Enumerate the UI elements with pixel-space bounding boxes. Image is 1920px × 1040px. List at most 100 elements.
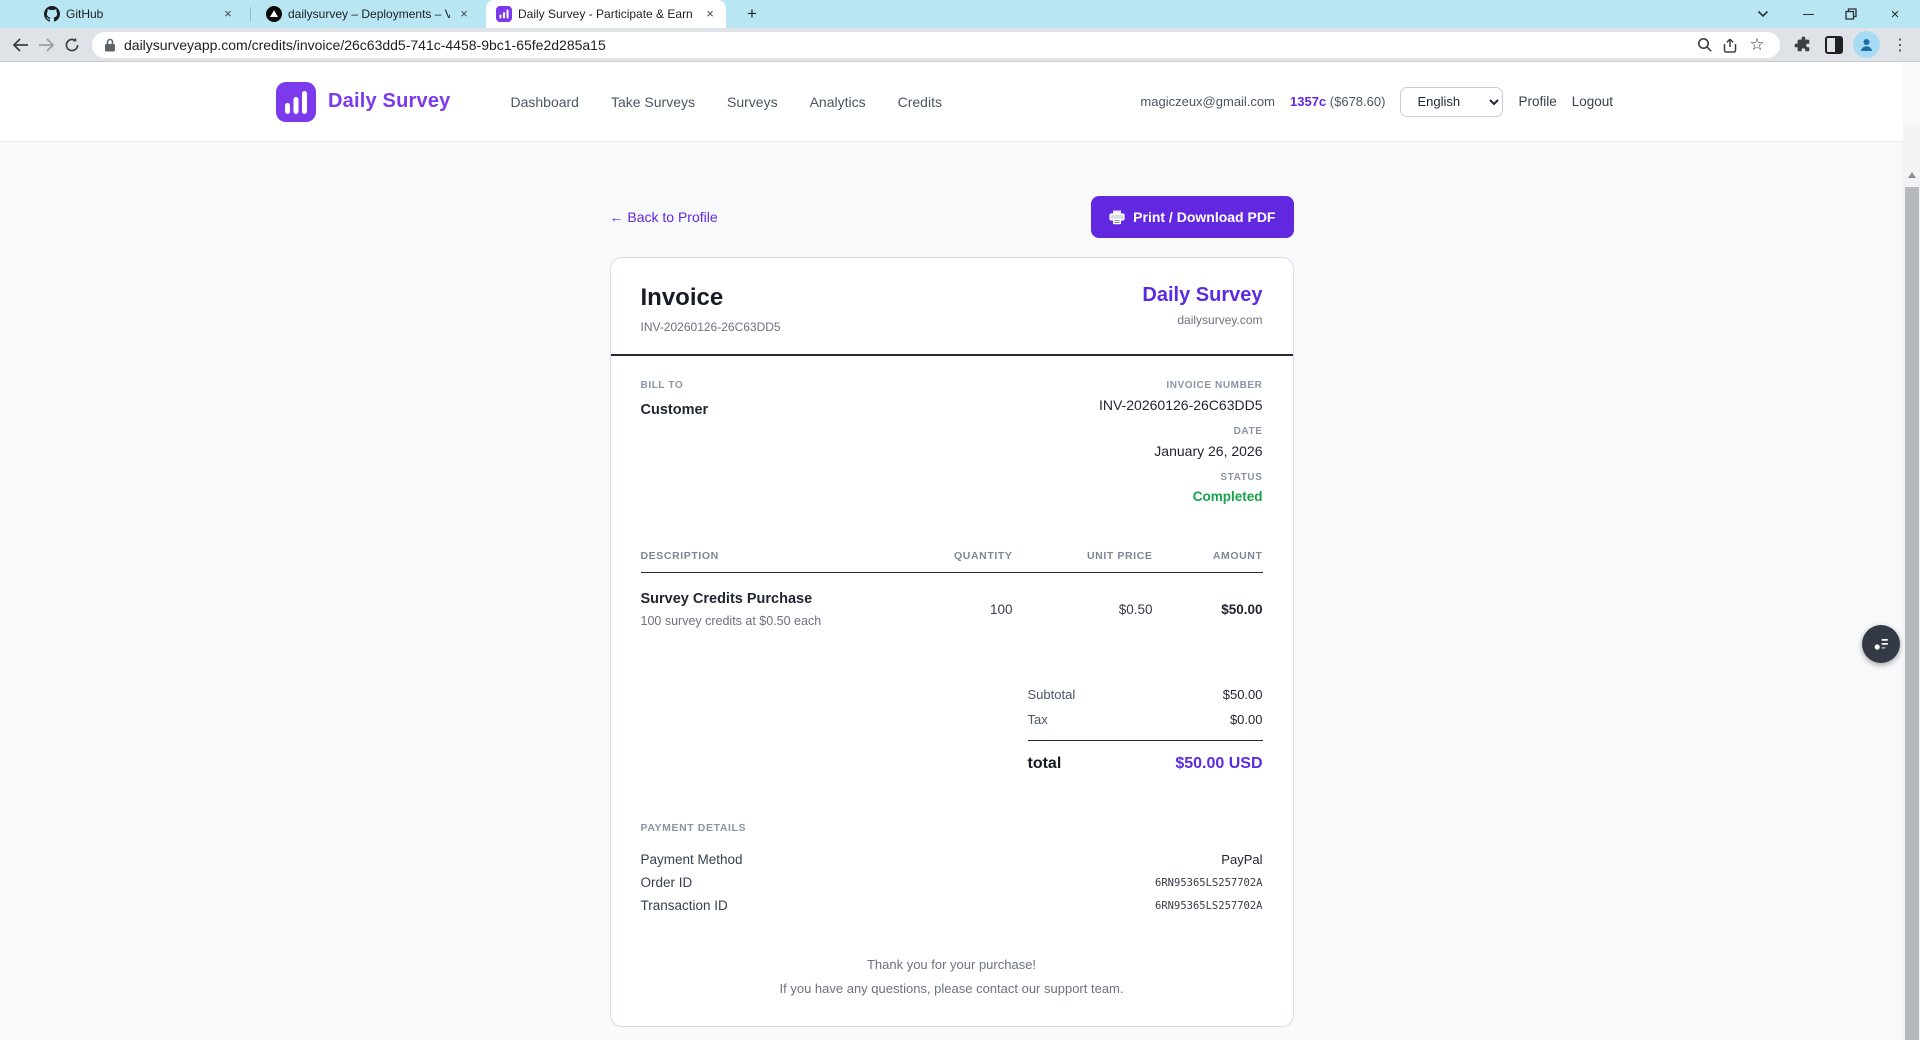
daily-survey-favicon (496, 6, 512, 22)
scrollbar-thumb[interactable] (1905, 187, 1919, 1040)
payment-method-row: Payment Method PayPal (641, 848, 1263, 871)
item-description: Survey Credits Purchase (641, 591, 883, 607)
back-to-profile-link[interactable]: ← Back to Profile (610, 209, 718, 225)
tab-close-icon[interactable]: × (702, 6, 718, 22)
order-id-row: Order ID 6RN95365LS257702A (641, 871, 1263, 894)
tab-title: GitHub (66, 7, 214, 21)
tab-github[interactable]: GitHub × (34, 0, 244, 28)
item-quantity: 100 (883, 602, 1013, 617)
daily-survey-logo-icon (276, 82, 316, 122)
extension-fab-button[interactable] (1862, 625, 1900, 663)
back-button[interactable] (6, 31, 34, 59)
header-right: magiczeux@gmail.com 1357c ($678.60) Engl… (1140, 87, 1613, 117)
credits-usd: ($678.60) (1330, 94, 1386, 109)
invoice-card: Invoice INV-20260126-26C63DD5 Daily Surv… (610, 257, 1294, 1027)
nav-dashboard[interactable]: Dashboard (510, 94, 579, 110)
url-text[interactable]: dailysurveyapp.com/credits/invoice/26c63… (124, 37, 1692, 53)
item-amount: $50.00 (1153, 602, 1263, 617)
invoice-header: Invoice INV-20260126-26C63DD5 Daily Surv… (611, 258, 1293, 356)
nav-analytics[interactable]: Analytics (810, 94, 866, 110)
payment-method-label: Payment Method (641, 852, 743, 867)
vertical-scrollbar[interactable] (1903, 124, 1920, 1040)
share-icon[interactable] (1718, 32, 1744, 58)
order-id-value: 6RN95365LS257702A (1155, 877, 1262, 889)
col-quantity: QUANTITY (883, 550, 1013, 562)
company-website: dailysurvey.com (1142, 313, 1262, 327)
tab-search-chevron-icon[interactable] (1746, 0, 1780, 28)
payment-method-value: PayPal (1221, 852, 1262, 867)
date-label: DATE (1099, 426, 1262, 437)
github-icon (44, 6, 60, 22)
print-button-label: Print / Download PDF (1133, 209, 1275, 225)
items-table-header: DESCRIPTION QUANTITY UNIT PRICE AMOUNT (641, 550, 1263, 573)
user-email: magiczeux@gmail.com (1140, 94, 1275, 109)
print-download-pdf-button[interactable]: Print / Download PDF (1091, 196, 1293, 238)
reload-button[interactable] (58, 31, 86, 59)
bookmark-star-icon[interactable]: ☆ (1744, 32, 1770, 58)
item-sub-description: 100 survey credits at $0.50 each (641, 614, 883, 628)
company-name: Daily Survey (1142, 284, 1262, 307)
col-unit-price: UNIT PRICE (1013, 550, 1153, 562)
tab-close-icon[interactable]: × (456, 6, 472, 22)
subtotal-value: $50.00 (1223, 687, 1263, 702)
date-value: January 26, 2026 (1099, 443, 1262, 459)
address-bar[interactable]: dailysurveyapp.com/credits/invoice/26c63… (92, 32, 1780, 58)
tab-separator (250, 7, 251, 21)
payment-details-title: PAYMENT DETAILS (641, 822, 1263, 834)
zoom-icon[interactable] (1692, 32, 1718, 58)
browser-profile-avatar[interactable] (1853, 31, 1880, 58)
invoice-number-value: INV-20260126-26C63DD5 (1099, 397, 1262, 413)
extensions-puzzle-icon[interactable] (1789, 31, 1817, 59)
printer-icon (1109, 210, 1125, 225)
scroll-up-arrow[interactable] (1903, 166, 1920, 183)
payment-details-section: PAYMENT DETAILS Payment Method PayPal Or… (611, 802, 1293, 935)
restore-button[interactable] (1834, 0, 1868, 28)
col-amount: AMOUNT (1153, 550, 1263, 562)
minimize-button[interactable] (1791, 0, 1825, 28)
subtotal-row: Subtotal $50.00 (1028, 682, 1263, 707)
profile-link[interactable]: Profile (1518, 94, 1556, 109)
nav-surveys[interactable]: Surveys (727, 94, 778, 110)
brand-name: Daily Survey (328, 90, 450, 113)
bill-to-label: BILL TO (641, 380, 709, 391)
browser-menu-kebab-icon[interactable]: ⋮ (1886, 31, 1914, 59)
tax-label: Tax (1028, 712, 1048, 727)
invoice-info-section: BILL TO Customer INVOICE NUMBER INV-2026… (611, 356, 1293, 530)
invoice-number-small: INV-20260126-26C63DD5 (641, 320, 781, 334)
forward-button[interactable] (32, 31, 60, 59)
lock-icon (104, 38, 116, 52)
tab-title: Daily Survey - Participate & Earn (518, 7, 696, 21)
item-unit-price: $0.50 (1013, 602, 1153, 617)
nav-take-surveys[interactable]: Take Surveys (611, 94, 695, 110)
credits-count: 1357c (1290, 94, 1326, 109)
window-close-button[interactable]: × (1878, 0, 1912, 28)
col-description: DESCRIPTION (641, 550, 883, 562)
vercel-icon (266, 6, 282, 22)
actions-row: ← Back to Profile Print / Download PDF (610, 196, 1294, 238)
invoice-footer: Thank you for your purchase! If you have… (611, 935, 1293, 1026)
total-row: total $50.00 USD (1028, 751, 1263, 776)
side-panel-icon[interactable] (1820, 31, 1848, 59)
site-header: Daily Survey Dashboard Take Surveys Surv… (0, 62, 1903, 142)
new-tab-button[interactable]: + (740, 2, 764, 26)
language-select[interactable]: English (1400, 87, 1503, 117)
brand[interactable]: Daily Survey (276, 82, 450, 122)
totals-divider (1028, 740, 1263, 741)
total-value: $50.00 USD (1175, 755, 1262, 773)
nav-credits[interactable]: Credits (898, 94, 942, 110)
tab-daily-survey-active[interactable]: Daily Survey - Participate & Earn × (486, 0, 726, 28)
tab-vercel-deployments[interactable]: dailysurvey – Deployments – Ver × (256, 0, 480, 28)
order-id-label: Order ID (641, 875, 693, 890)
tax-row: Tax $0.00 (1028, 707, 1263, 732)
footer-line2: If you have any questions, please contac… (641, 981, 1263, 996)
footer-line1: Thank you for your purchase! (641, 957, 1263, 972)
page-viewport: Daily Survey Dashboard Take Surveys Surv… (0, 62, 1920, 1040)
transaction-id-label: Transaction ID (641, 898, 728, 913)
status-label: STATUS (1099, 472, 1262, 483)
invoice-items-section: DESCRIPTION QUANTITY UNIT PRICE AMOUNT S… (611, 530, 1293, 658)
main-nav: Dashboard Take Surveys Surveys Analytics… (510, 94, 942, 110)
logout-link[interactable]: Logout (1572, 94, 1613, 109)
subtotal-label: Subtotal (1028, 687, 1076, 702)
tab-close-icon[interactable]: × (220, 6, 236, 22)
invoice-number-label: INVOICE NUMBER (1099, 380, 1262, 391)
